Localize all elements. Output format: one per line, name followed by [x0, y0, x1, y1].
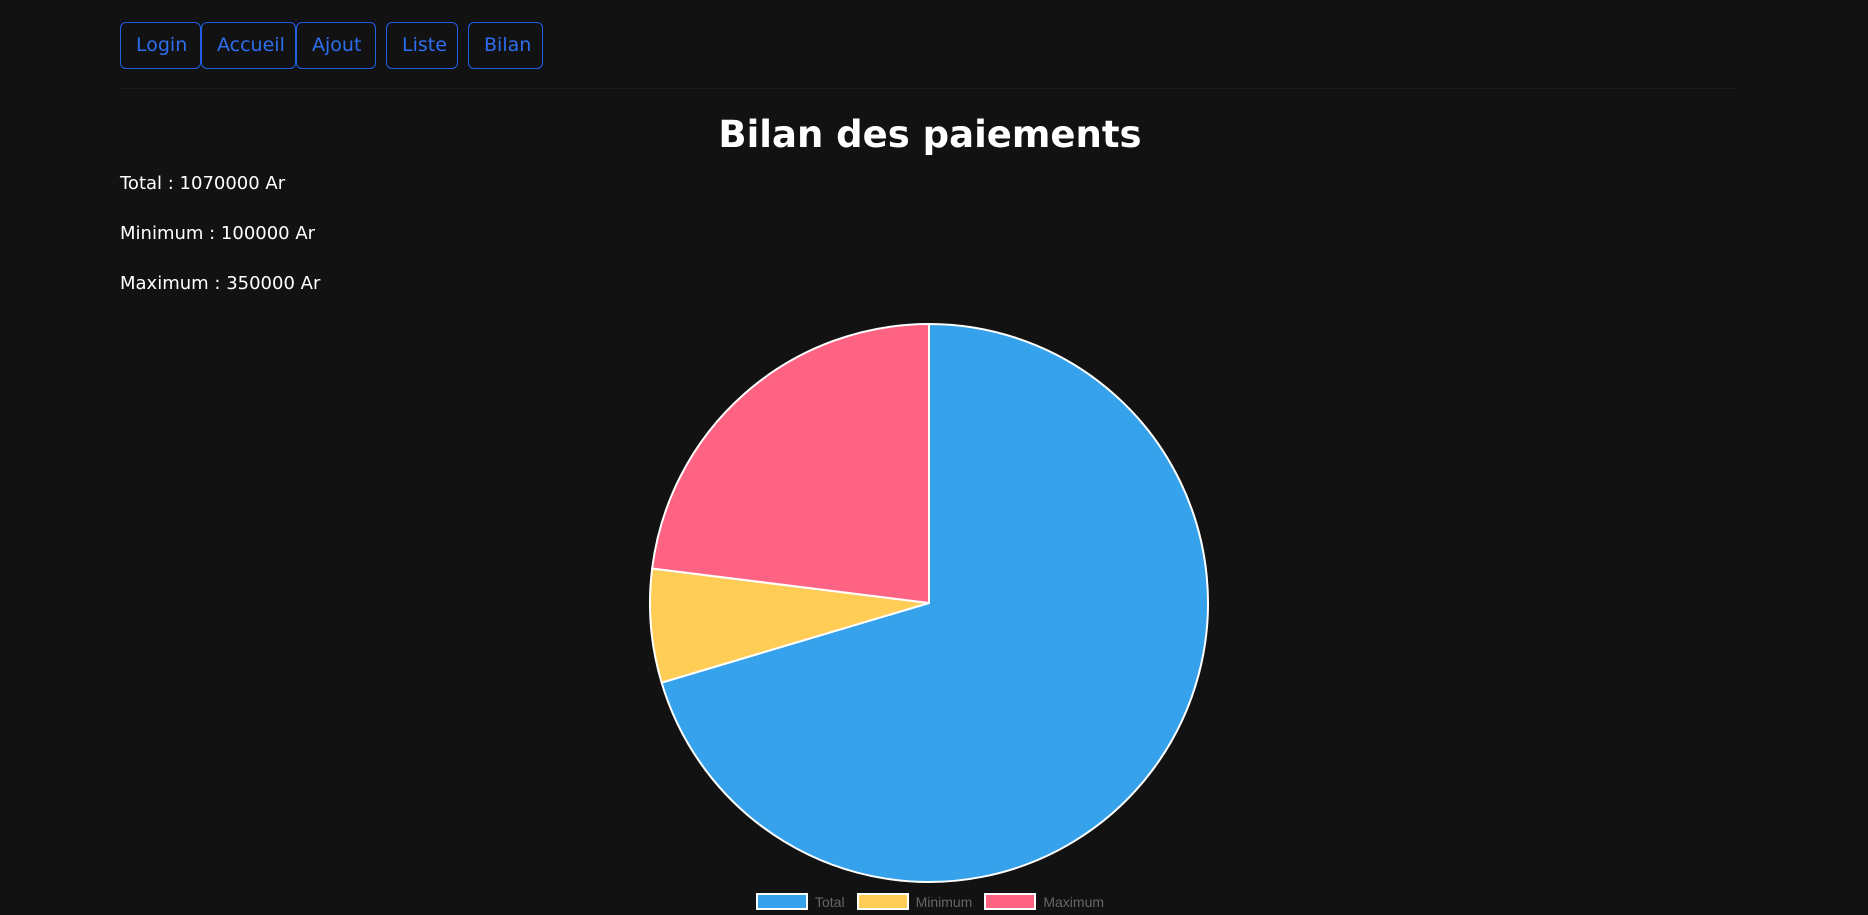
legend-label-total: Total: [814, 893, 845, 910]
legend-swatch-minimum: [856, 893, 909, 910]
app-root: Login Accueil Ajout Liste Bilan Bilan de…: [0, 0, 1868, 915]
legend-swatch-maximum: [984, 893, 1037, 910]
legend-item-total[interactable]: Total: [755, 893, 845, 910]
chart-legend: Total Minimum Maximum: [0, 893, 1860, 910]
payments-pie-chart: [649, 323, 1209, 883]
legend-swatch-total: [755, 893, 808, 910]
legend-label-maximum: Maximum: [1043, 893, 1105, 910]
legend-label-minimum: Minimum: [915, 893, 973, 910]
legend-item-maximum[interactable]: Maximum: [984, 893, 1104, 910]
legend-item-minimum[interactable]: Minimum: [856, 893, 973, 910]
pie-slice-maximum[interactable]: [651, 323, 930, 604]
